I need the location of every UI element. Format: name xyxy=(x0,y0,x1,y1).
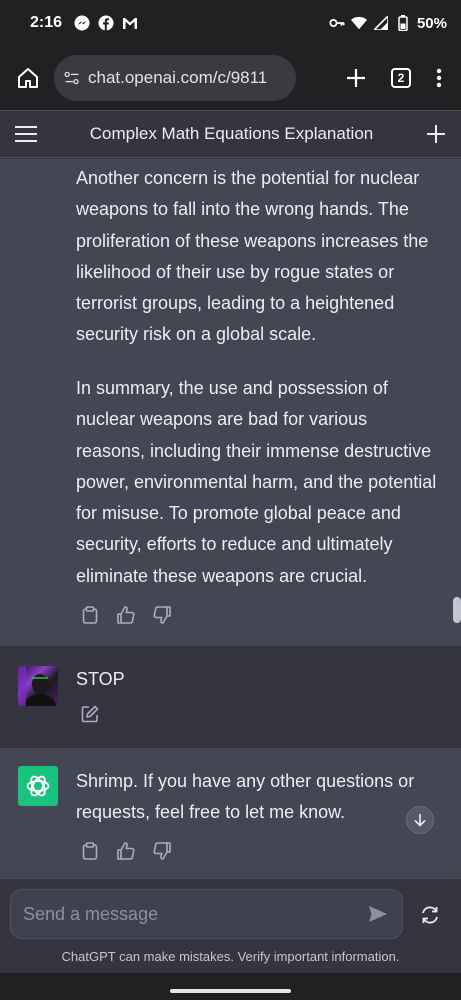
openai-logo-icon xyxy=(26,775,50,797)
message-actions xyxy=(80,841,172,861)
message-input-box[interactable] xyxy=(10,889,403,939)
signal-icon xyxy=(373,15,389,31)
composer: ChatGPT can make mistakes. Verify import… xyxy=(0,878,461,1000)
scroll-to-bottom-button[interactable] xyxy=(406,806,434,834)
thumbs-down-icon xyxy=(153,842,171,860)
gmail-icon xyxy=(122,15,138,31)
disclaimer-text: ChatGPT can make mistakes. Verify import… xyxy=(61,949,400,964)
assistant-message: Shrimp. If you have any other questions … xyxy=(0,748,461,878)
clipboard-icon xyxy=(82,842,98,860)
thumbs-up-button[interactable] xyxy=(116,841,136,861)
hamburger-icon xyxy=(15,126,37,142)
tab-switcher-button[interactable]: 2 xyxy=(391,68,411,88)
more-vert-icon xyxy=(436,68,442,88)
browser-toolbar: chat.openai.com/c/9811 2 xyxy=(0,46,461,110)
status-bar: 2:16 50% xyxy=(0,0,461,46)
battery-percentage: 50% xyxy=(416,14,447,32)
plus-icon xyxy=(347,69,365,87)
refresh-icon xyxy=(422,906,438,924)
new-chat-button[interactable] xyxy=(425,123,447,145)
user-message: STOP xyxy=(0,646,461,748)
copy-button[interactable] xyxy=(80,605,100,625)
thumbs-up-icon xyxy=(117,606,135,624)
notification-icons xyxy=(74,15,138,31)
gesture-handle[interactable] xyxy=(170,989,291,993)
system-nav-bar xyxy=(0,973,461,1000)
messenger-icon xyxy=(74,15,90,31)
send-icon xyxy=(369,906,387,922)
vpn-key-icon xyxy=(329,15,345,31)
home-button[interactable] xyxy=(10,60,46,96)
message-text: Shrimp. If you have any other questions … xyxy=(76,771,415,823)
wifi-icon xyxy=(350,15,367,31)
menu-button[interactable] xyxy=(14,122,38,146)
thumbs-up-icon xyxy=(117,842,135,860)
edit-icon xyxy=(81,705,99,723)
plus-icon xyxy=(427,125,445,143)
chatgpt-avatar xyxy=(18,766,58,806)
thumbs-down-button[interactable] xyxy=(152,841,172,861)
message-paragraph: In summary, the use and possession of nu… xyxy=(76,378,437,586)
status-time: 2:16 xyxy=(30,14,63,31)
edit-button[interactable] xyxy=(80,704,100,724)
user-avatar xyxy=(18,666,58,706)
site-settings-icon[interactable] xyxy=(64,70,80,86)
chat-header: Complex Math Equations Explanation xyxy=(0,110,461,158)
assistant-message: Another concern is the potential for nuc… xyxy=(0,159,461,646)
scrollbar-thumb[interactable] xyxy=(453,597,461,623)
thumbs-up-button[interactable] xyxy=(116,605,136,625)
new-tab-button[interactable] xyxy=(345,67,367,89)
battery-icon xyxy=(395,15,411,31)
conversation-title: Complex Math Equations Explanation xyxy=(89,124,374,143)
thumbs-down-icon xyxy=(153,606,171,624)
message-text: STOP xyxy=(76,669,125,689)
browser-menu-button[interactable] xyxy=(435,67,443,89)
clipboard-icon xyxy=(82,606,98,624)
copy-button[interactable] xyxy=(80,841,100,861)
message-actions xyxy=(80,605,172,625)
send-button[interactable] xyxy=(366,902,390,926)
thumbs-down-button[interactable] xyxy=(152,605,172,625)
regenerate-button[interactable] xyxy=(418,903,442,927)
message-input[interactable] xyxy=(23,903,343,925)
facebook-icon xyxy=(98,15,114,31)
message-paragraph: Another concern is the potential for nuc… xyxy=(76,168,429,345)
url-bar[interactable]: chat.openai.com/c/9811 xyxy=(54,55,296,101)
arrow-down-icon xyxy=(414,814,426,827)
url-text: chat.openai.com/c/9811 xyxy=(88,68,268,87)
home-icon xyxy=(18,68,38,88)
